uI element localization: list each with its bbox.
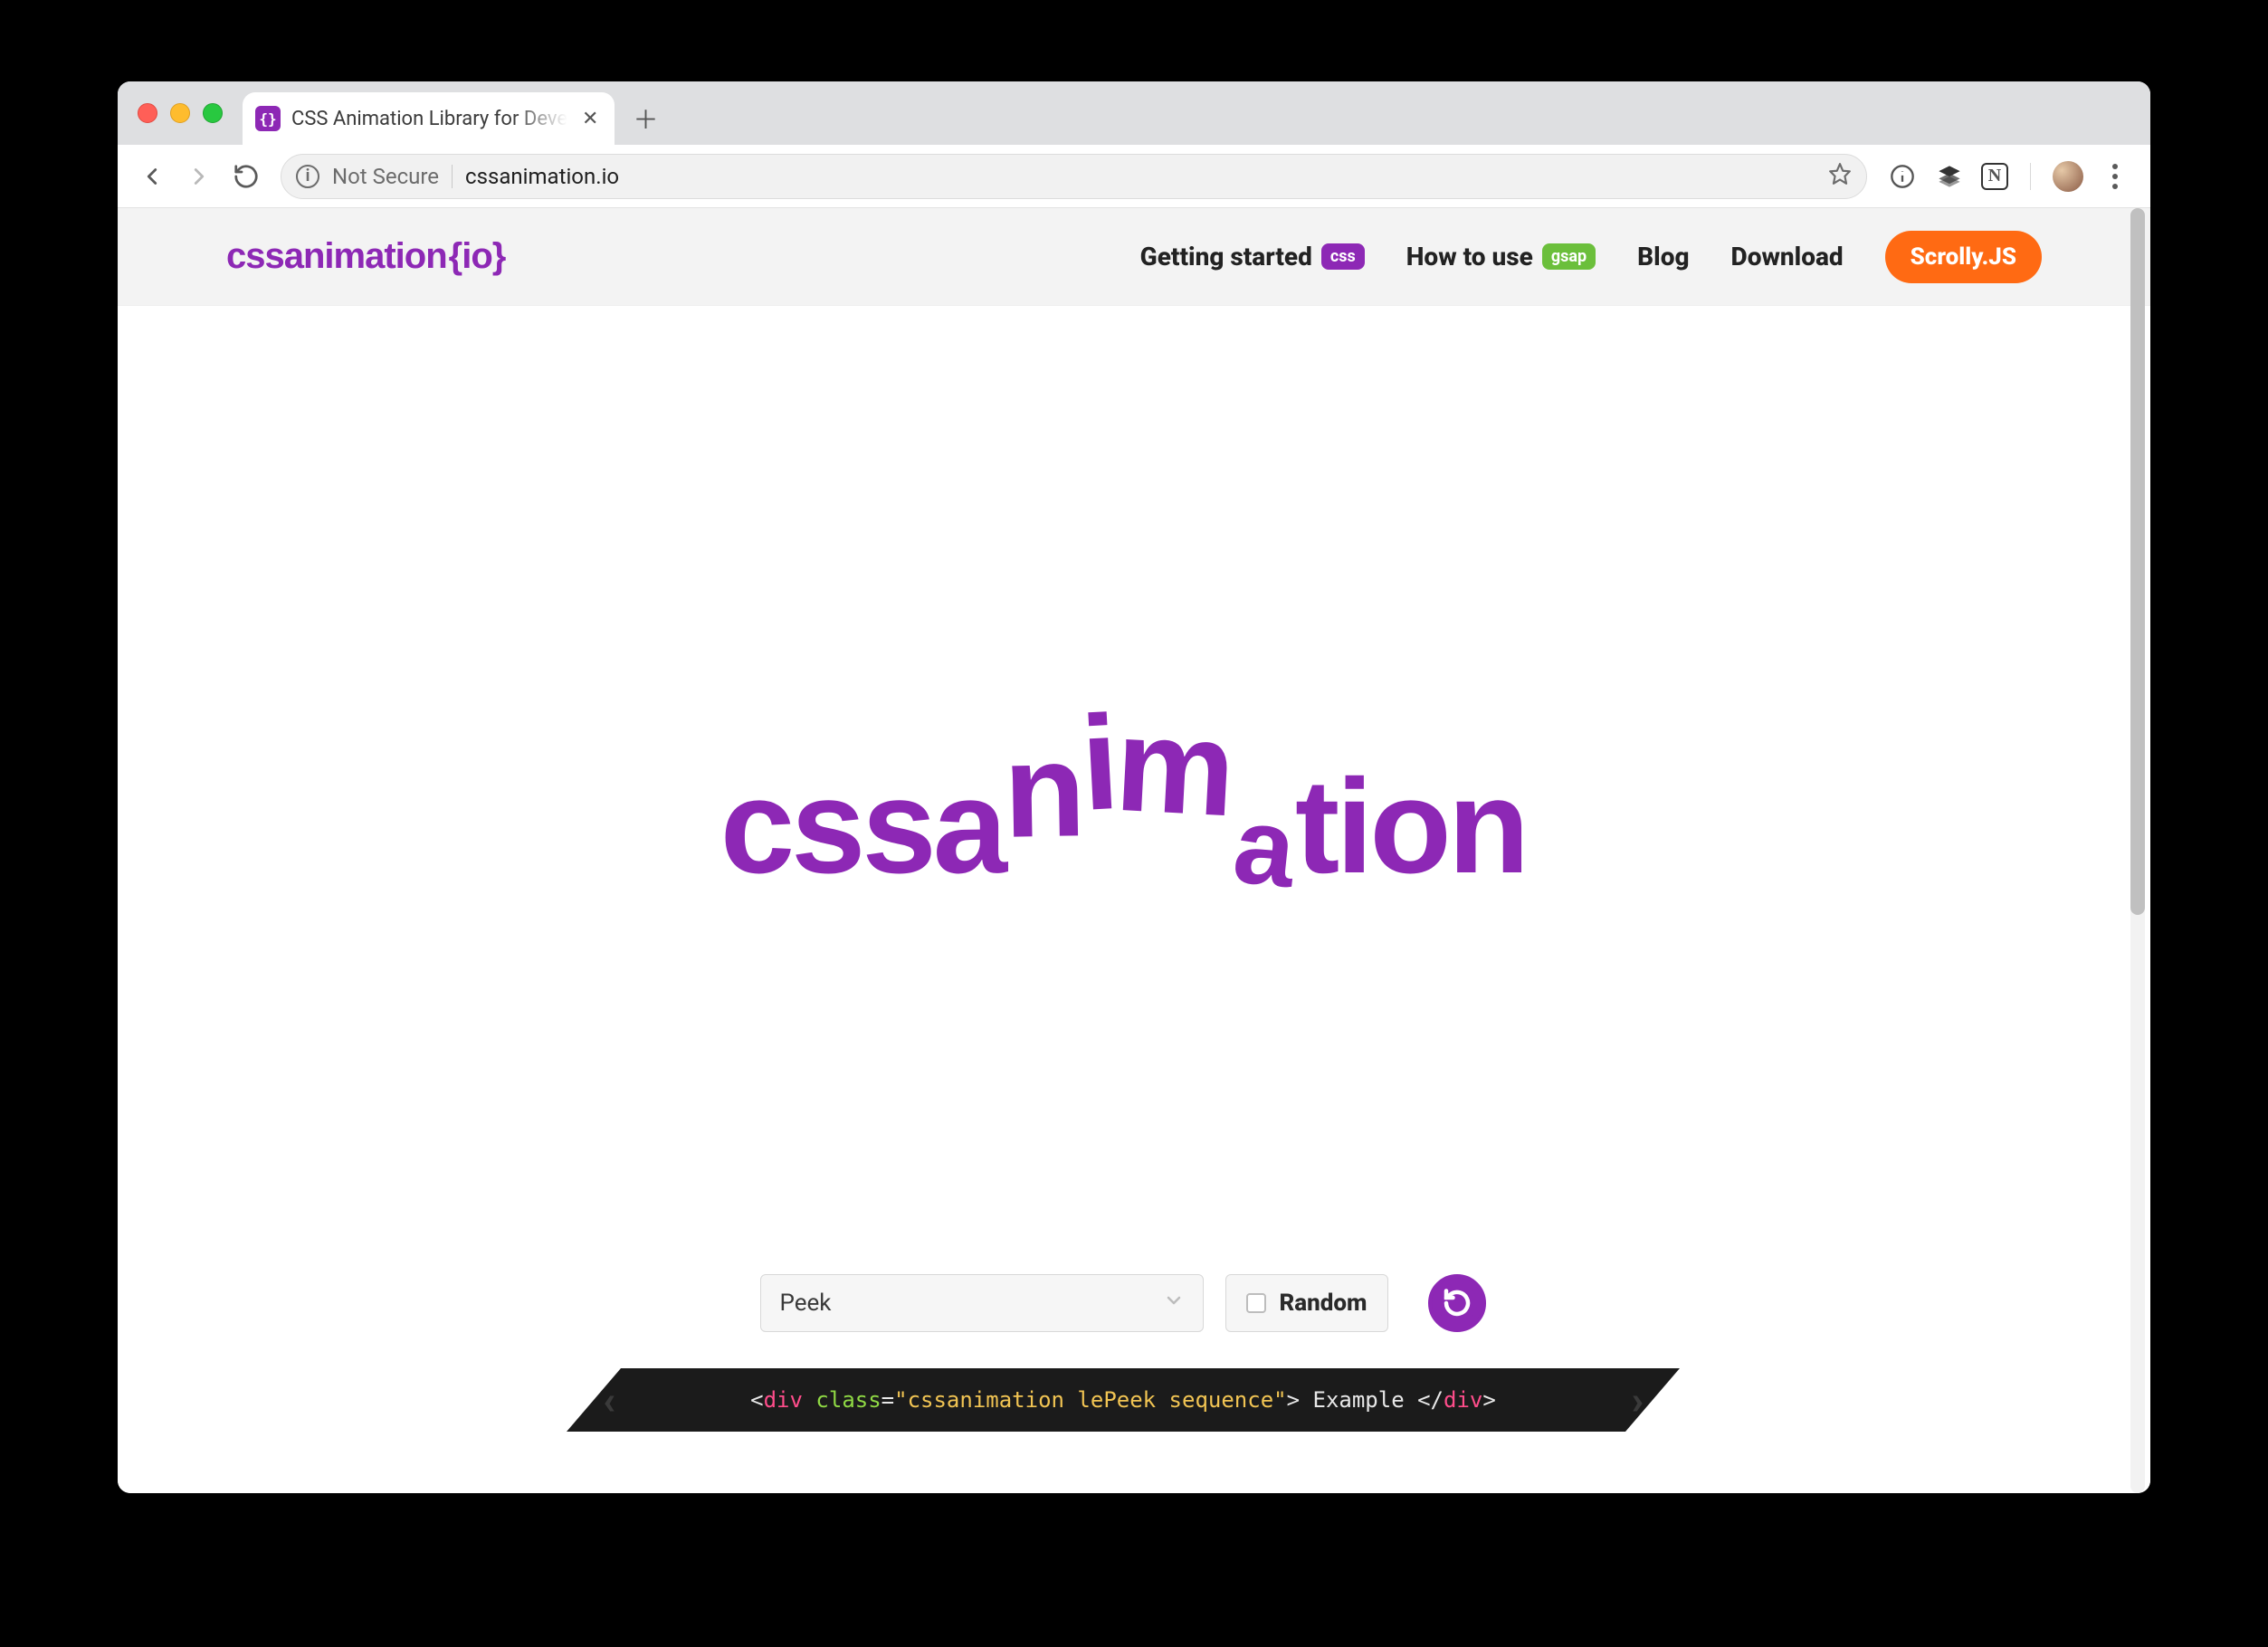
gsap-badge: gsap [1542, 243, 1596, 270]
separator [2030, 163, 2031, 190]
nav-label: How to use [1406, 242, 1533, 271]
site-logo[interactable]: cssanimation {io} [226, 236, 505, 277]
site-header: cssanimation {io} Getting started css Ho… [118, 208, 2150, 306]
animation-controls: Peek Random [760, 1274, 1485, 1332]
new-tab-button[interactable]: ＋ [627, 100, 663, 137]
next-snippet-button[interactable]: › [1632, 1376, 1644, 1423]
security-label: Not Secure [332, 164, 439, 189]
animated-title: c s s a n i m a t i o n [720, 695, 1526, 894]
page-viewport: cssanimation {io} Getting started css Ho… [118, 208, 2150, 1493]
favicon-icon: {} [255, 106, 281, 131]
browser-menu-button[interactable] [2100, 161, 2130, 192]
tab-strip: {} CSS Animation Library for Deve ✕ ＋ [118, 81, 2150, 145]
nav-how-to-use[interactable]: How to use gsap [1406, 242, 1596, 271]
vertical-scrollbar[interactable] [2129, 208, 2147, 1493]
maximize-window-button[interactable] [203, 103, 223, 123]
nav-links: Getting started css How to use gsap Blog… [1140, 231, 2042, 283]
code-text: <div class="cssanimation lePeek sequence… [750, 1387, 1496, 1413]
browser-window: {} CSS Animation Library for Deve ✕ ＋ i … [118, 81, 2150, 1493]
divider [452, 165, 453, 188]
letter: n [1448, 760, 1526, 894]
url-text: cssanimation.io [465, 164, 619, 189]
prev-snippet-button[interactable]: ‹ [603, 1376, 615, 1423]
nav-scrolly-button[interactable]: Scrolly.JS [1885, 231, 2042, 283]
buffer-extension-icon[interactable] [1934, 161, 1965, 192]
nav-label: Getting started [1140, 242, 1312, 271]
browser-tab[interactable]: {} CSS Animation Library for Deve ✕ [243, 92, 615, 145]
nav-blog[interactable]: Blog [1637, 242, 1689, 271]
close-window-button[interactable] [138, 103, 157, 123]
letter: t [1295, 760, 1336, 894]
random-toggle[interactable]: Random [1225, 1274, 1387, 1332]
css-badge: css [1321, 243, 1365, 270]
hero-area: c s s a n i m a t i o n Peek [118, 306, 2129, 1493]
back-button[interactable] [130, 155, 174, 198]
code-snippet: <div class="cssanimation lePeek sequence… [567, 1368, 1680, 1432]
letter: a [933, 760, 1004, 894]
letter: c [720, 760, 791, 894]
logo-suffix: {io} [449, 236, 506, 277]
letter: s [862, 760, 932, 894]
chevron-down-icon [1163, 1290, 1185, 1318]
bookmark-star-icon[interactable] [1828, 162, 1852, 191]
checkbox-icon [1246, 1293, 1266, 1313]
reload-button[interactable] [224, 155, 268, 198]
notion-extension-icon[interactable]: N [1981, 163, 2008, 190]
animation-select[interactable]: Peek [760, 1274, 1204, 1332]
omnibox[interactable]: i Not Secure cssanimation.io [281, 154, 1867, 199]
letter: m [1112, 698, 1234, 837]
random-label: Random [1279, 1290, 1367, 1317]
close-tab-button[interactable]: ✕ [578, 104, 602, 134]
forward-button[interactable] [177, 155, 221, 198]
site-info-icon[interactable] [1887, 161, 1918, 192]
tab-title: CSS Animation Library for Deve [291, 108, 567, 130]
address-bar: i Not Secure cssanimation.io N [118, 145, 2150, 208]
window-controls [130, 81, 233, 145]
select-value: Peek [779, 1290, 831, 1317]
profile-avatar[interactable] [2053, 161, 2083, 192]
letter: o [1369, 760, 1447, 894]
extension-icons: N [1880, 161, 2138, 192]
letter: a [1225, 790, 1301, 905]
logo-text: cssanimation [226, 236, 447, 277]
letter: s [791, 760, 862, 894]
nav-getting-started[interactable]: Getting started css [1140, 242, 1365, 271]
letter: n [1003, 723, 1083, 858]
replay-button[interactable] [1428, 1274, 1486, 1332]
scrollbar-thumb[interactable] [2130, 208, 2145, 915]
info-icon: i [296, 165, 319, 188]
code-snippet-banner: <div class="cssanimation lePeek sequence… [567, 1368, 1680, 1432]
minimize-window-button[interactable] [170, 103, 190, 123]
nav-download[interactable]: Download [1731, 242, 1844, 271]
letter: i [1336, 760, 1369, 894]
